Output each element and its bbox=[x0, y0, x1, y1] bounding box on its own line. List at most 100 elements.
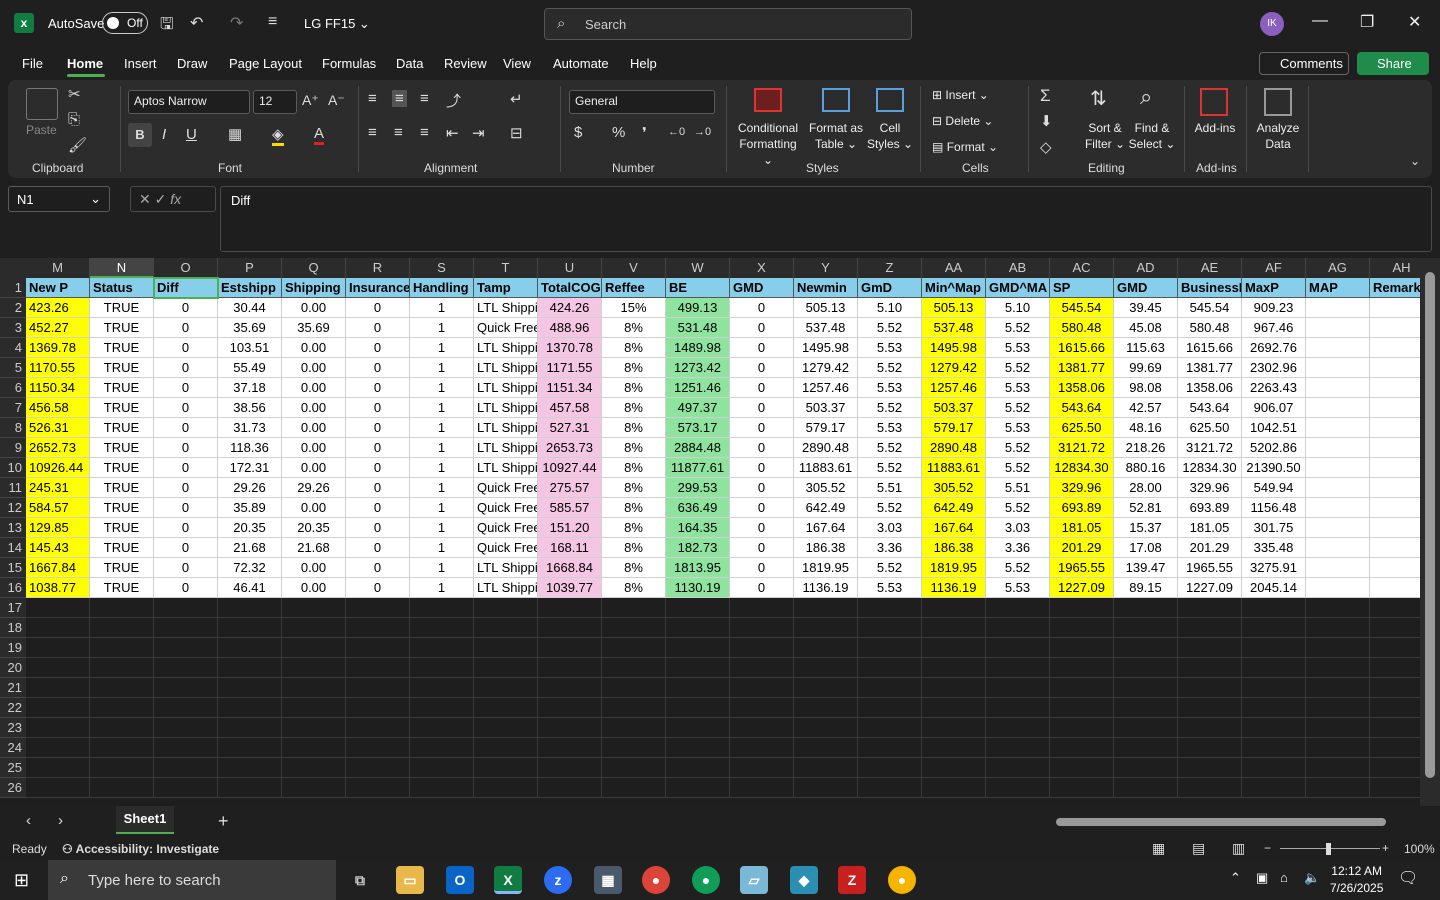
empty-cell[interactable] bbox=[1242, 738, 1306, 758]
empty-cell[interactable] bbox=[346, 678, 410, 698]
column-header[interactable]: X bbox=[730, 258, 794, 278]
column-header[interactable]: R bbox=[346, 258, 410, 278]
table-cell[interactable]: 0 bbox=[346, 498, 410, 518]
align-right-icon[interactable]: ≡ bbox=[420, 124, 429, 141]
zoom-slider-thumb[interactable] bbox=[1326, 843, 1331, 855]
empty-cell[interactable] bbox=[154, 698, 218, 718]
table-cell[interactable]: 0 bbox=[154, 458, 218, 478]
empty-cell[interactable] bbox=[218, 618, 282, 638]
table-cell[interactable]: 5.53 bbox=[858, 578, 922, 598]
table-cell[interactable]: 1279.42 bbox=[922, 358, 986, 378]
undo-icon[interactable]: ↶ bbox=[190, 13, 203, 33]
empty-cell[interactable] bbox=[1114, 778, 1178, 798]
empty-cell[interactable] bbox=[794, 598, 858, 618]
empty-cell[interactable] bbox=[602, 598, 666, 618]
table-cell[interactable]: 0 bbox=[154, 298, 218, 318]
menu-formulas[interactable]: Formulas bbox=[322, 56, 376, 71]
table-cell[interactable]: 1 bbox=[410, 378, 474, 398]
table-cell[interactable]: 526.31 bbox=[26, 418, 90, 438]
table-cell[interactable]: 20.35 bbox=[282, 518, 346, 538]
table-cell[interactable] bbox=[1306, 518, 1370, 538]
empty-cell[interactable] bbox=[1050, 598, 1114, 618]
table-cell[interactable]: 8% bbox=[602, 478, 666, 498]
table-cell[interactable]: 1 bbox=[410, 358, 474, 378]
header-cell[interactable]: Shipping bbox=[282, 278, 346, 298]
notepad-icon[interactable]: ▱ bbox=[740, 866, 768, 894]
calculator-icon[interactable]: ▦ bbox=[594, 866, 622, 894]
table-cell[interactable]: 39.45 bbox=[1114, 298, 1178, 318]
row-header[interactable]: 15 bbox=[0, 558, 26, 578]
row-header[interactable]: 12 bbox=[0, 498, 26, 518]
table-cell[interactable]: 0 bbox=[346, 338, 410, 358]
header-cell[interactable]: GmD bbox=[858, 278, 922, 298]
table-cell[interactable]: 186.38 bbox=[922, 538, 986, 558]
column-header[interactable]: AA bbox=[922, 258, 986, 278]
table-cell[interactable]: 1819.95 bbox=[794, 558, 858, 578]
fill-icon[interactable]: ⬇ bbox=[1040, 112, 1053, 130]
table-cell[interactable]: 0 bbox=[730, 298, 794, 318]
table-cell[interactable]: 0 bbox=[154, 318, 218, 338]
table-cell[interactable]: 636.49 bbox=[666, 498, 730, 518]
row-header[interactable]: 20 bbox=[0, 658, 26, 678]
header-cell[interactable]: MAP bbox=[1306, 278, 1370, 298]
decrease-decimal-icon[interactable]: →0 bbox=[694, 126, 711, 138]
table-cell[interactable]: 15% bbox=[602, 298, 666, 318]
empty-cell[interactable] bbox=[218, 598, 282, 618]
header-cell[interactable]: GMD bbox=[730, 278, 794, 298]
table-cell[interactable]: LTL Shippi bbox=[474, 398, 538, 418]
table-cell[interactable]: 545.54 bbox=[1178, 298, 1242, 318]
empty-cell[interactable] bbox=[1114, 678, 1178, 698]
table-cell[interactable]: 5.10 bbox=[986, 298, 1050, 318]
wifi-icon[interactable]: ⌂ bbox=[1280, 870, 1288, 885]
table-cell[interactable]: 2692.76 bbox=[1242, 338, 1306, 358]
delete-cells-button[interactable]: ⊟ Delete ⌄ bbox=[932, 113, 993, 129]
table-cell[interactable]: 0 bbox=[346, 458, 410, 478]
empty-cell[interactable] bbox=[922, 718, 986, 738]
empty-cell[interactable] bbox=[730, 778, 794, 798]
table-cell[interactable] bbox=[1306, 398, 1370, 418]
table-cell[interactable]: 1819.95 bbox=[922, 558, 986, 578]
table-cell[interactable]: 5.53 bbox=[986, 338, 1050, 358]
analyze-data-button[interactable]: Analyze Data bbox=[1252, 120, 1304, 152]
page-layout-icon[interactable]: ▤ bbox=[1192, 840, 1205, 857]
row-header[interactable]: 26 bbox=[0, 778, 26, 798]
empty-cell[interactable] bbox=[1242, 598, 1306, 618]
table-cell[interactable]: 181.05 bbox=[1050, 518, 1114, 538]
table-cell[interactable]: 0 bbox=[730, 358, 794, 378]
table-cell[interactable]: 182.73 bbox=[666, 538, 730, 558]
table-cell[interactable]: 5.52 bbox=[986, 558, 1050, 578]
table-cell[interactable]: 0.00 bbox=[282, 458, 346, 478]
empty-cell[interactable] bbox=[218, 778, 282, 798]
table-cell[interactable]: 29.26 bbox=[218, 478, 282, 498]
empty-cell[interactable] bbox=[1114, 758, 1178, 778]
empty-cell[interactable] bbox=[1242, 678, 1306, 698]
table-cell[interactable]: LTL Shippi bbox=[474, 338, 538, 358]
table-cell[interactable]: 1171.55 bbox=[538, 358, 602, 378]
file-name[interactable]: LG FF15 ⌄ bbox=[304, 16, 370, 32]
table-cell[interactable]: 0 bbox=[346, 318, 410, 338]
header-cell[interactable]: GMD^MA bbox=[986, 278, 1050, 298]
enter-icon[interactable]: ✓ bbox=[155, 191, 167, 207]
table-cell[interactable]: 28.00 bbox=[1114, 478, 1178, 498]
table-cell[interactable]: 38.56 bbox=[218, 398, 282, 418]
column-header[interactable]: AE bbox=[1178, 258, 1242, 278]
empty-cell[interactable] bbox=[538, 638, 602, 658]
table-cell[interactable]: 0 bbox=[154, 578, 218, 598]
table-cell[interactable]: 1 bbox=[410, 458, 474, 478]
table-cell[interactable]: 29.26 bbox=[282, 478, 346, 498]
table-cell[interactable]: 0.00 bbox=[282, 558, 346, 578]
table-cell[interactable]: TRUE bbox=[90, 318, 154, 338]
table-cell[interactable]: 1 bbox=[410, 478, 474, 498]
wrap-text-icon[interactable]: ↵ bbox=[510, 90, 523, 108]
empty-cell[interactable] bbox=[986, 778, 1050, 798]
table-cell[interactable]: 167.64 bbox=[922, 518, 986, 538]
table-cell[interactable]: 186.38 bbox=[794, 538, 858, 558]
empty-cell[interactable] bbox=[474, 638, 538, 658]
table-cell[interactable]: 11883.61 bbox=[922, 458, 986, 478]
zoom-in-icon[interactable]: + bbox=[1382, 841, 1389, 855]
merge-center-icon[interactable]: ⊟ bbox=[510, 124, 523, 142]
menu-help[interactable]: Help bbox=[630, 56, 657, 71]
empty-cell[interactable] bbox=[1114, 718, 1178, 738]
table-cell[interactable]: Quick Free bbox=[474, 538, 538, 558]
table-cell[interactable]: 0 bbox=[730, 478, 794, 498]
